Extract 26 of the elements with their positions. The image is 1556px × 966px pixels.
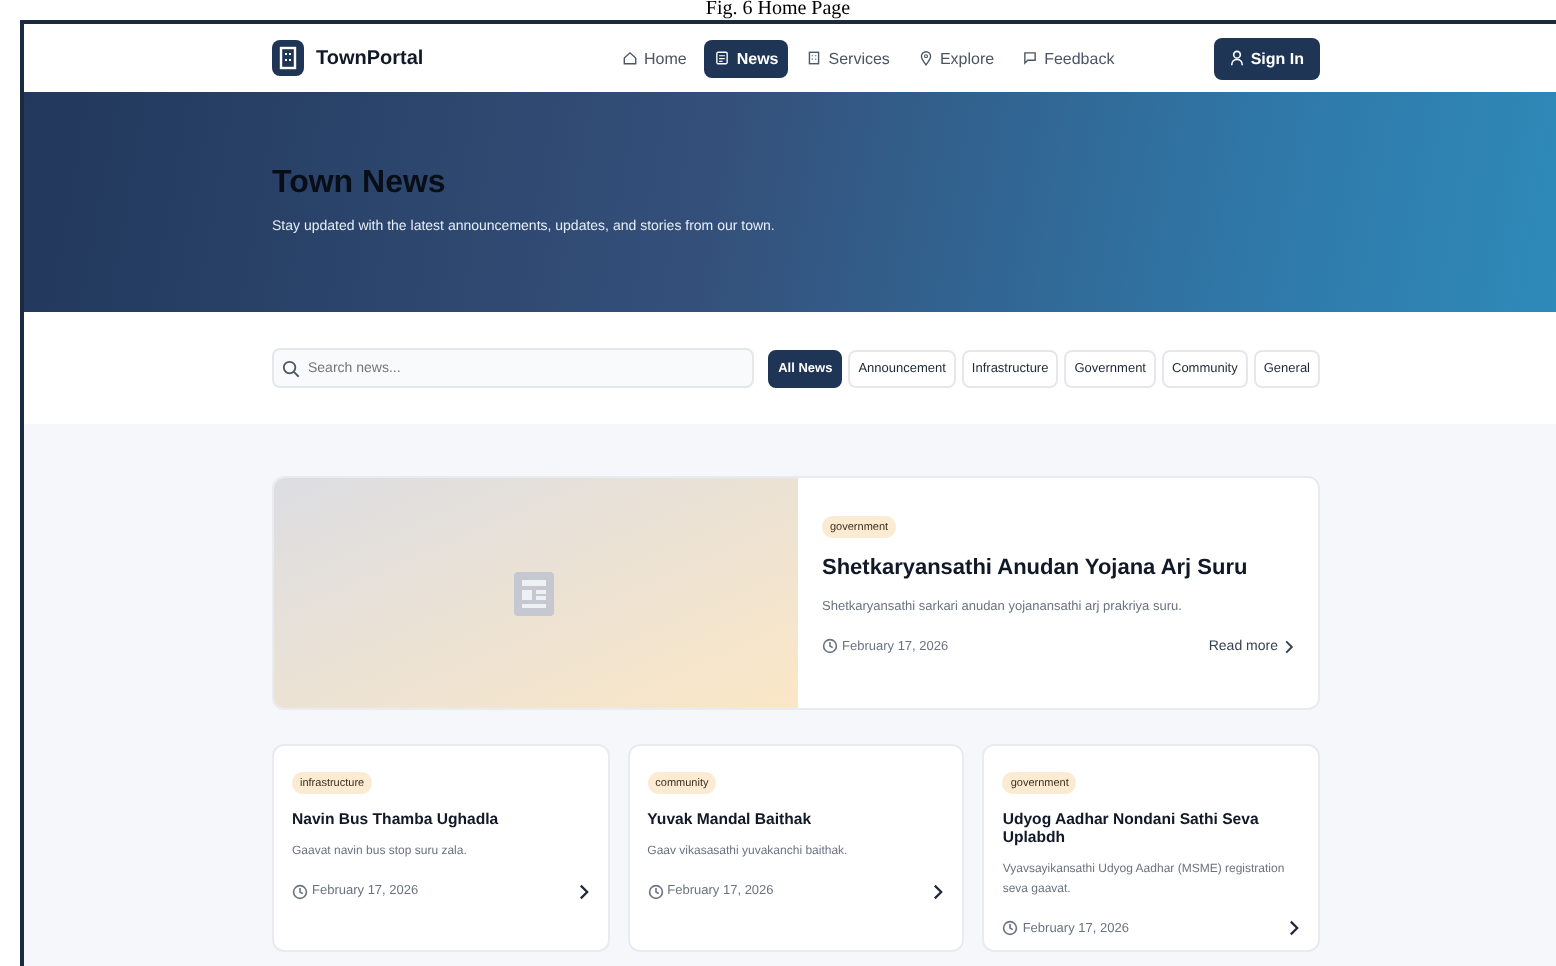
- chevron-right-icon[interactable]: [932, 883, 945, 900]
- clock-icon: [292, 883, 308, 900]
- nav-link[interactable]: Home: [612, 39, 697, 77]
- article-title: Shetkaryansathi Anudan Yojana Arj Suru: [822, 556, 1250, 580]
- brand-name[interactable]: TownPortal: [316, 47, 424, 69]
- clock-icon: [822, 638, 838, 654]
- clock-icon: [647, 883, 664, 900]
- chevron-right-icon[interactable]: [1288, 920, 1300, 937]
- nav-link[interactable]: Explore: [907, 39, 1005, 77]
- search-icon: [282, 359, 300, 377]
- chevron-right-icon[interactable]: [577, 883, 590, 900]
- figure-caption: Fig. 6 Home Page: [705, 0, 851, 20]
- clock-icon: [1002, 920, 1019, 937]
- chevron-right-icon: [1284, 639, 1294, 653]
- nav-link[interactable]: Services: [796, 39, 900, 77]
- chat-icon: [1022, 50, 1039, 66]
- building-icon: [806, 50, 823, 66]
- nav-link[interactable]: Feedback: [1012, 39, 1125, 77]
- sign-in-button[interactable]: Sign In: [1214, 37, 1320, 79]
- building-logo-icon[interactable]: [272, 40, 304, 76]
- user-icon: [1230, 50, 1245, 66]
- nav-link[interactable]: News: [704, 39, 789, 77]
- hero-title: Town News: [272, 166, 448, 202]
- map-pin-icon: [917, 50, 934, 66]
- home-icon: [622, 50, 638, 66]
- newspaper-icon: [714, 50, 731, 66]
